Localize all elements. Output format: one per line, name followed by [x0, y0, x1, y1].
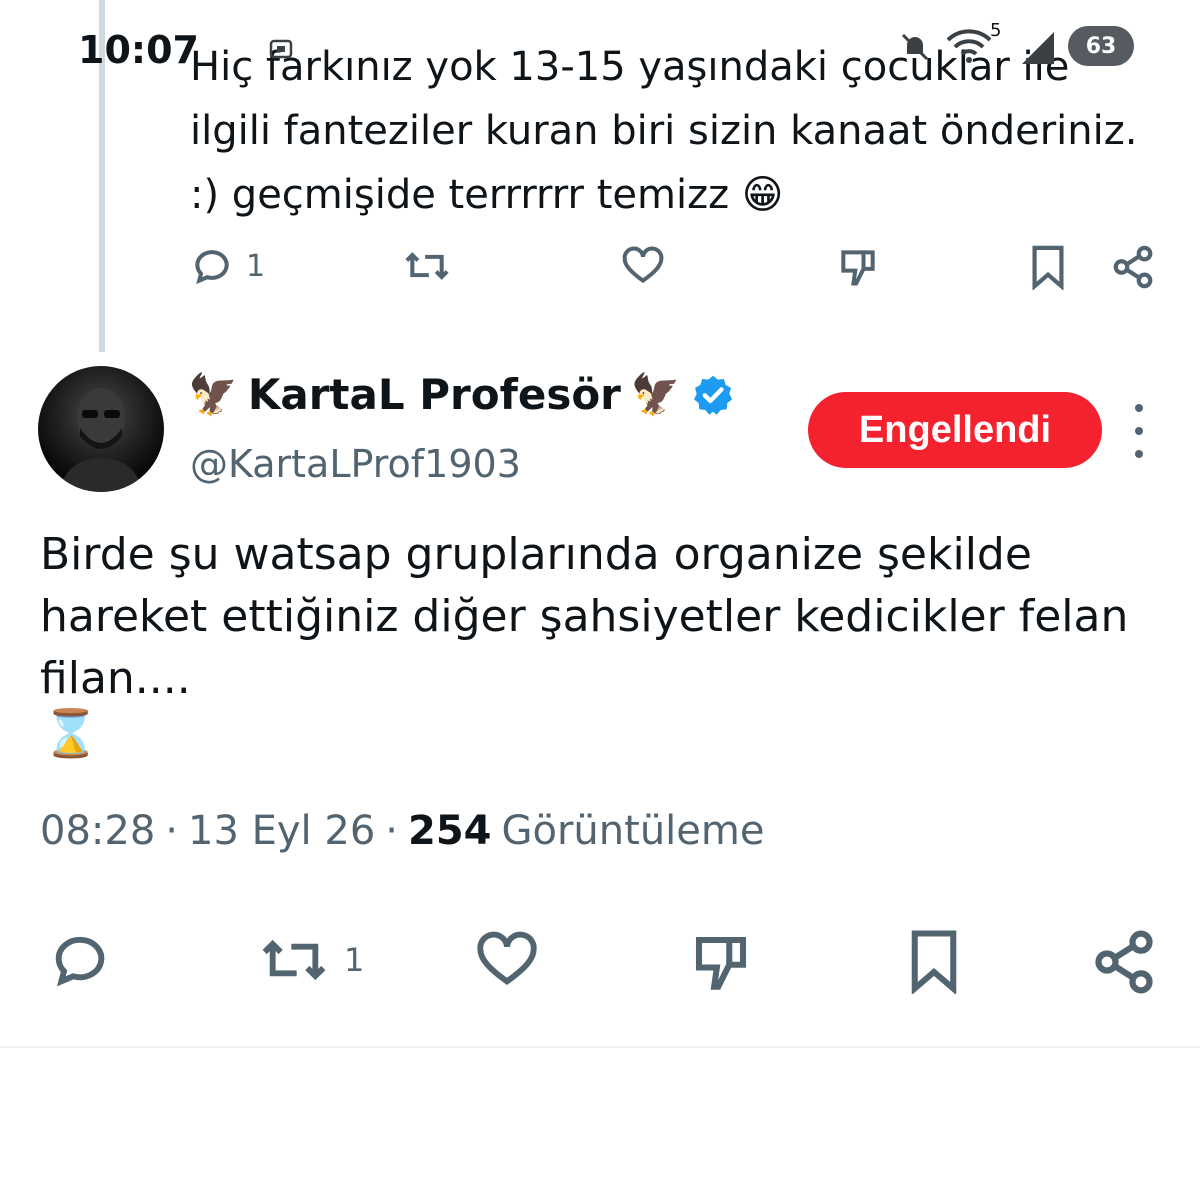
avatar[interactable]	[38, 366, 164, 492]
wifi-icon	[946, 29, 992, 63]
more-dot	[1135, 450, 1143, 458]
views-label: Görüntüleme	[501, 808, 765, 854]
tweet-meta: 08:28 · 13 Eyl 26 · 254 Görüntüleme	[40, 808, 764, 854]
bookmark-icon	[1032, 245, 1064, 290]
view-count: 254	[408, 808, 492, 854]
reply-button[interactable]: 1	[190, 244, 265, 288]
reply-tweet-actions: 1	[0, 240, 1200, 300]
meta-separator: ·	[385, 808, 399, 854]
battery-indicator: 63	[1068, 26, 1134, 66]
section-divider	[0, 1046, 1200, 1048]
dislike-button[interactable]	[688, 928, 754, 996]
avatar-portrait	[58, 388, 144, 492]
thumbs-down-icon	[841, 250, 875, 286]
blocked-button[interactable]: Engellendi	[808, 392, 1102, 468]
bookmark-button[interactable]	[904, 928, 964, 994]
reply-count: 1	[246, 248, 266, 284]
retweet-button[interactable]	[400, 244, 454, 288]
status-time: 10:07	[78, 28, 199, 72]
thumbs-down-icon	[695, 936, 747, 990]
reply-icon	[195, 250, 229, 285]
grinning-emoji: 😁	[741, 172, 784, 218]
reply-tweet-body: Hiç farkınız yok 13-15 yaşındaki çocukla…	[190, 44, 1138, 218]
wifi-band-label: 5	[990, 20, 1002, 41]
tweet-text: Birde şu watsap gruplarında organize şek…	[40, 529, 1129, 704]
muted-bell-icon	[901, 33, 929, 61]
screen-record-icon	[269, 39, 293, 59]
like-button[interactable]	[472, 928, 542, 992]
dislike-button[interactable]	[836, 244, 880, 290]
tweet-time[interactable]: 08:28	[40, 808, 155, 854]
meta-separator: ·	[165, 808, 178, 854]
author-handle[interactable]: @KartaLProf1903	[190, 442, 521, 486]
heart-icon	[477, 931, 537, 985]
share-button[interactable]	[1110, 244, 1156, 290]
more-dot	[1135, 427, 1143, 435]
more-options-button[interactable]	[1124, 404, 1154, 458]
heart-icon	[622, 246, 664, 284]
tweet-date[interactable]: 13 Eyl 26	[188, 808, 375, 854]
verified-badge-icon	[693, 375, 732, 415]
reply-icon	[55, 936, 105, 987]
retweet-icon	[262, 939, 326, 981]
share-icon	[1113, 245, 1153, 289]
signal-icon	[1022, 32, 1054, 64]
reply-button[interactable]	[46, 928, 114, 992]
retweet-icon	[405, 252, 449, 280]
eagle-emoji: 🦅	[188, 372, 238, 418]
retweet-count: 1	[344, 941, 365, 979]
share-button[interactable]	[1090, 928, 1158, 996]
like-button[interactable]	[620, 244, 666, 288]
eagle-emoji: 🦅	[630, 372, 681, 418]
retweet-button[interactable]: 1	[256, 928, 364, 992]
share-icon	[1095, 930, 1153, 994]
author-name: KartaL Profesör	[247, 370, 621, 419]
bookmark-icon	[911, 930, 957, 994]
bookmark-button[interactable]	[1028, 244, 1068, 290]
more-dot	[1135, 404, 1143, 412]
hourglass-emoji: ⌛	[42, 706, 100, 760]
reply-tweet-text: Hiç farkınız yok 13-15 yaşındaki çocukla…	[190, 35, 1150, 227]
author-name-row[interactable]: 🦅 KartaL Profesör 🦅	[188, 370, 735, 419]
tweet-actions: 1	[0, 922, 1200, 1002]
